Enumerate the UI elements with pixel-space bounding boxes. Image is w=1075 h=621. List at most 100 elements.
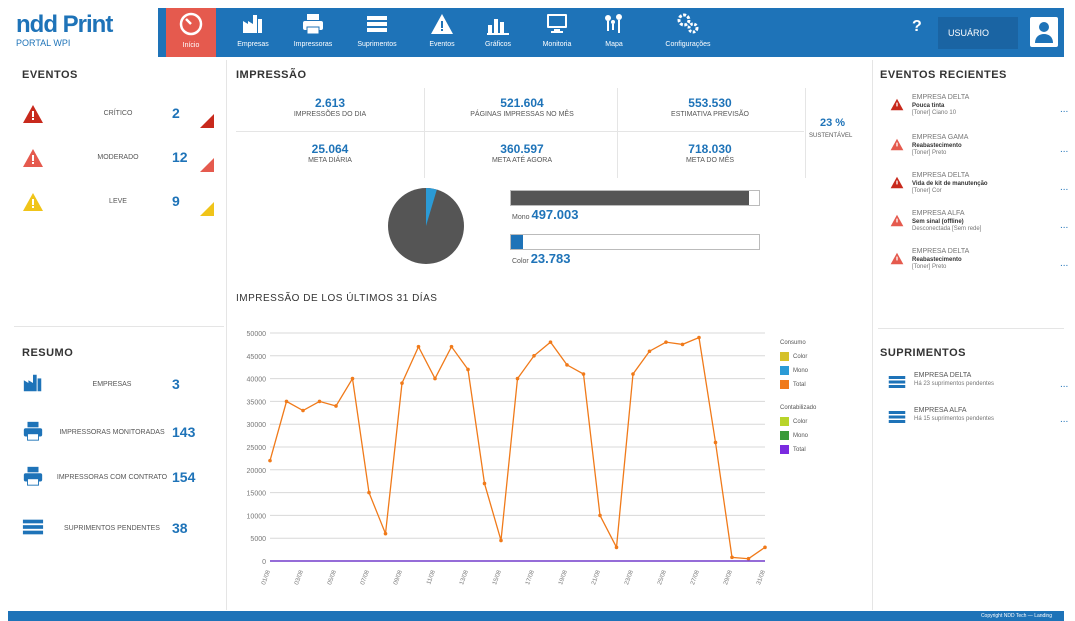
data-point	[284, 399, 289, 404]
nav-label: Gráficos	[484, 41, 512, 48]
event-company: EMPRESA DELTA	[912, 172, 970, 179]
nav-label: Monitoria	[542, 41, 572, 48]
supply-item[interactable]: EMPRESA ALFA Há 15 suprimentos pendentes…	[888, 406, 1068, 436]
stat-meta-mes: 718.030 META DO MÊS	[620, 142, 800, 164]
stat-paginas-mes: 521.604 PÁGINAS IMPRESSAS NO MÊS	[432, 96, 612, 118]
evento-row-moderado[interactable]: MODERADO 12	[22, 144, 214, 174]
legend-title-consumo: Consumo	[780, 340, 806, 346]
resumo-row-contrato[interactable]: IMPRESSORAS COM CONTRATO 154	[22, 463, 212, 493]
legend-label: Total	[793, 447, 806, 454]
footer-bar: Copyright NDD Tech — Landing	[8, 611, 1064, 621]
x-tick-label: 15/08	[492, 569, 503, 586]
resumo-count: 143	[172, 424, 196, 440]
resumo-count: 154	[172, 469, 196, 485]
help-button[interactable]: ?	[912, 18, 922, 36]
event-type: Reabastecimento	[912, 143, 962, 149]
nav-suprimentos[interactable]: Suprimentos	[351, 8, 403, 57]
nav-empresas[interactable]: Empresas	[230, 8, 276, 57]
legend-item[interactable]: Total	[780, 380, 806, 390]
chart-title: IMPRESSÃO DE LOS ÚLTIMOS 31 DÍAS	[236, 293, 438, 304]
resumo-row-suprimentos[interactable]: SUPRIMENTOS PENDENTES 38	[22, 514, 212, 544]
event-more-button[interactable]: ...	[1060, 144, 1068, 155]
resumo-count: 3	[172, 376, 180, 392]
legend-item[interactable]: Total	[780, 445, 806, 455]
divider	[424, 88, 425, 178]
sustentavel-label: SUSTENTÁVEL	[809, 133, 853, 139]
nav-home-button[interactable]: Início	[166, 8, 216, 57]
x-tick-label: 25/08	[657, 569, 668, 586]
eventos-recientes-title: EVENTOS RECIENTES	[880, 69, 1007, 81]
nav-label: Configurações	[665, 41, 711, 48]
recent-event-item[interactable]: EMPRESA DELTA Reabastecimento [Toner] Pr…	[890, 248, 1068, 283]
supply-more-button[interactable]: ...	[1060, 379, 1068, 390]
mono-prefix: Mono	[512, 214, 530, 221]
legend-item[interactable]: Mono	[780, 431, 808, 441]
gears-icon	[677, 13, 699, 34]
x-tick-label: 01/08	[261, 569, 272, 586]
mono-value: 497.003	[531, 207, 579, 222]
logo[interactable]: ndd Print PORTAL WPI	[8, 8, 158, 57]
legend-swatch	[780, 431, 789, 440]
data-point	[383, 531, 388, 536]
x-tick-label: 05/08	[327, 569, 338, 586]
data-point	[565, 363, 569, 367]
stat-value: 553.530	[688, 96, 732, 110]
list-icon	[367, 16, 387, 32]
y-tick-label: 25000	[247, 445, 267, 452]
user-menu[interactable]: USUÁRIO	[938, 17, 1018, 49]
nav-eventos[interactable]: Eventos	[420, 8, 464, 57]
supply-item[interactable]: EMPRESA DELTA Há 23 suprimentos pendente…	[888, 371, 1068, 401]
legend-swatch	[780, 366, 789, 375]
user-avatar-icon[interactable]	[1030, 17, 1058, 47]
color-value: 23.783	[530, 251, 571, 266]
event-more-button[interactable]: ...	[1060, 104, 1068, 115]
divider	[878, 328, 1064, 329]
nav-graficos[interactable]: Gráficos	[476, 8, 520, 57]
recent-event-item[interactable]: EMPRESA ALFA Sem sinal (offline) Descone…	[890, 210, 1068, 245]
evento-count: 2	[172, 105, 180, 121]
legend-item[interactable]: Mono	[780, 366, 808, 376]
nav-impressoras[interactable]: Impressoras	[288, 8, 338, 57]
data-point	[598, 513, 602, 518]
stat-impressoes-dia: 2.613 IMPRESSÕES DO DIA	[240, 96, 420, 118]
event-more-button[interactable]: ...	[1060, 220, 1068, 231]
recent-event-item[interactable]: EMPRESA GAMA Reabastecimento [Toner] Pre…	[890, 134, 1068, 169]
logo-text: ndd Print	[16, 11, 113, 38]
y-tick-label: 40000	[247, 377, 267, 384]
warning-icon	[890, 214, 904, 227]
data-point	[548, 340, 553, 344]
resumo-row-monitoradas[interactable]: IMPRESSORAS MONITORADAS 143	[22, 418, 212, 448]
recent-event-item[interactable]: EMPRESA DELTA Vida de kit de manutenção …	[890, 172, 1068, 207]
data-point	[631, 372, 635, 376]
nav-label: Empresas	[237, 41, 269, 48]
x-tick-label: 29/08	[723, 569, 734, 586]
stat-label: META DIÁRIA	[308, 157, 352, 164]
data-point	[433, 376, 437, 381]
legend-item[interactable]: Color	[780, 352, 807, 362]
data-point	[647, 349, 652, 354]
evento-count: 12	[172, 149, 188, 165]
legend-item[interactable]: Color	[780, 417, 807, 427]
stat-meta-diaria: 25.064 META DIÁRIA	[240, 142, 420, 164]
recent-event-item[interactable]: EMPRESA DELTA Pouca tinta [Toner] Ciano …	[890, 94, 1068, 129]
nav-label: Eventos	[429, 41, 455, 48]
nav-configuracoes[interactable]: Configurações	[648, 8, 728, 57]
evento-row-critico[interactable]: CRÍTICO 2	[22, 100, 214, 130]
suprimentos-title: SUPRIMENTOS	[880, 347, 966, 359]
nav-monitoria[interactable]: Monitoria	[533, 8, 581, 57]
supply-more-button[interactable]: ...	[1060, 414, 1068, 425]
event-more-button[interactable]: ...	[1060, 182, 1068, 193]
event-meta: [Toner] Preto	[912, 264, 947, 270]
corner-flag	[200, 114, 214, 128]
x-tick-label: 23/08	[624, 569, 635, 586]
nav-mapa[interactable]: Mapa	[594, 8, 634, 57]
event-more-button[interactable]: ...	[1060, 258, 1068, 269]
data-point	[466, 367, 470, 372]
x-tick-label: 03/08	[294, 569, 305, 586]
nav-home-label: Início	[182, 42, 200, 49]
data-point	[301, 408, 305, 413]
evento-row-leve[interactable]: LEVE 9	[22, 188, 214, 218]
resumo-row-empresas[interactable]: EMPRESAS 3	[22, 370, 212, 400]
color-progress-fill	[511, 235, 524, 249]
resumo-label: IMPRESSORAS COM CONTRATO	[56, 474, 168, 481]
